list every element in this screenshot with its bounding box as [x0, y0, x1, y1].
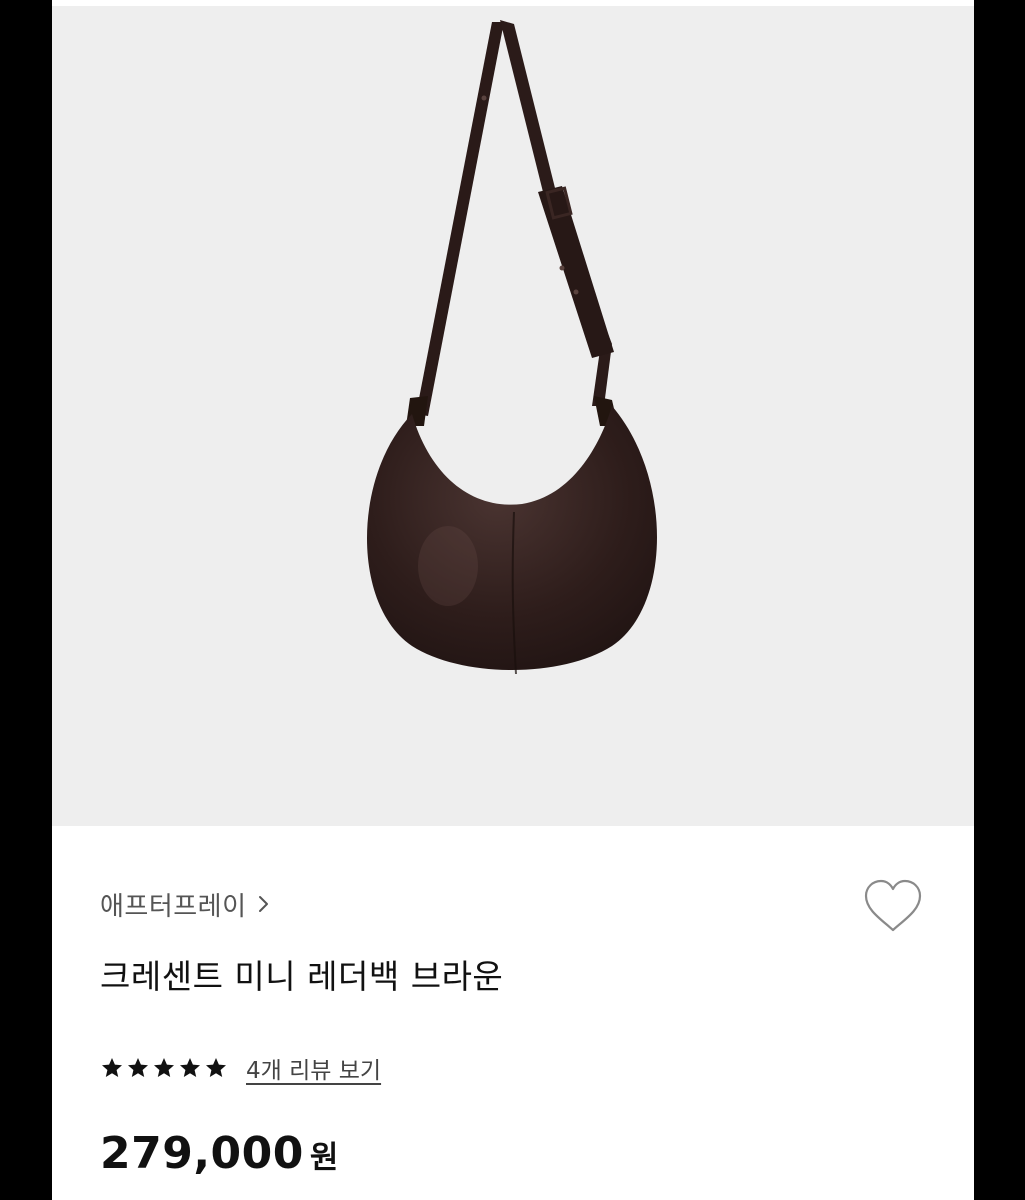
review-link[interactable]: 4개 리뷰 보기 — [246, 1051, 381, 1085]
price-value: 279,000 — [100, 1128, 304, 1179]
star-filled-icon — [102, 1058, 122, 1077]
brand-name: 애프터프레이 — [100, 891, 247, 922]
price: 279,000 원 — [100, 1128, 338, 1179]
bag-photo — [367, 20, 657, 675]
star-filled-icon — [154, 1058, 174, 1077]
star-filled-icon — [128, 1058, 148, 1077]
star-filled-icon — [206, 1058, 226, 1077]
product-title: 크레센트 미니 레더백 브라운 — [100, 957, 504, 996]
heart-outline-icon[interactable] — [860, 876, 926, 938]
brand-link[interactable]: 애프터프레이 — [100, 884, 271, 924]
rating-row: 4개 리뷰 보기 — [100, 1050, 381, 1086]
chevron-right-icon — [258, 896, 268, 912]
price-unit: 원 — [309, 1140, 339, 1176]
product-image[interactable] — [52, 6, 974, 826]
star-rating — [100, 1056, 228, 1080]
star-filled-icon — [180, 1058, 200, 1077]
product-detail-screen: 애프터프레이 크레센트 미니 레더백 브라운 4개 리뷰 보기 279,000 … — [52, 0, 974, 1200]
